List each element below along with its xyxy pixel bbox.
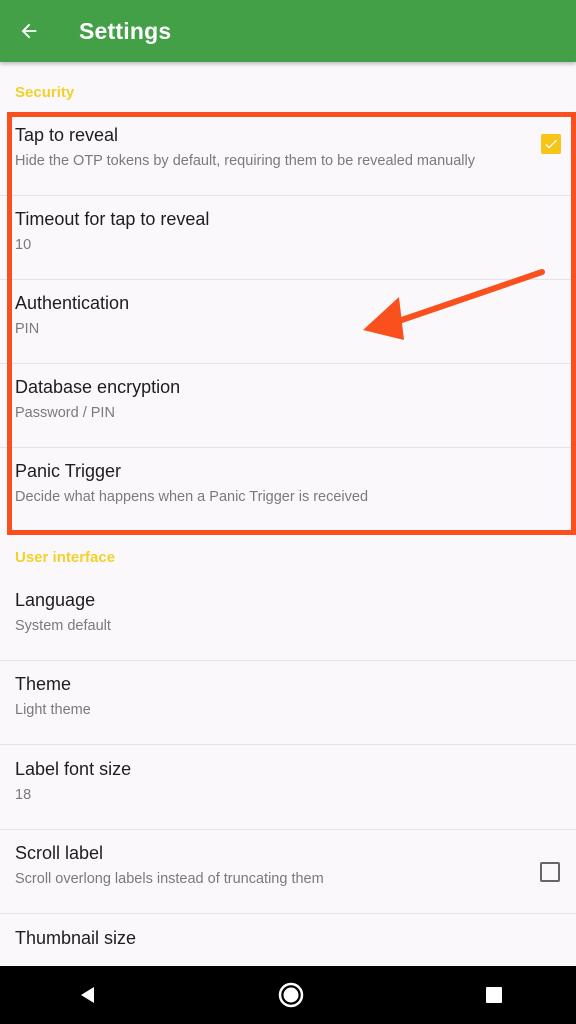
pref-language[interactable]: Language System default bbox=[0, 577, 576, 661]
pref-summary: Password / PIN bbox=[15, 405, 115, 421]
nav-home-button[interactable] bbox=[256, 966, 326, 1024]
pref-summary: Light theme bbox=[15, 702, 91, 718]
nav-home-icon bbox=[278, 982, 304, 1008]
pref-title: Panic Trigger bbox=[15, 461, 122, 481]
system-navigation-bar bbox=[0, 966, 576, 1024]
section-header-user-interface: User interface bbox=[15, 549, 116, 566]
pref-summary: Hide the OTP tokens by default, requirin… bbox=[15, 153, 475, 169]
settings-list[interactable]: Security Tap to reveal Hide the OTP toke… bbox=[0, 62, 576, 966]
nav-recents-button[interactable] bbox=[459, 966, 529, 1024]
back-button[interactable] bbox=[1, 0, 57, 62]
pref-title: Database encryption bbox=[15, 377, 181, 397]
pref-label-font-size[interactable]: Label font size 18 bbox=[0, 746, 576, 830]
pref-title: Label font size bbox=[15, 759, 132, 779]
pref-theme[interactable]: Theme Light theme bbox=[0, 661, 576, 745]
pref-title: Thumbnail size bbox=[15, 928, 137, 948]
pref-title: Timeout for tap to reveal bbox=[15, 209, 210, 229]
pref-summary: Scroll overlong labels instead of trunca… bbox=[15, 871, 324, 887]
pref-timeout-tap-to-reveal[interactable]: Timeout for tap to reveal 10 bbox=[0, 196, 576, 280]
nav-back-icon bbox=[81, 987, 94, 1003]
pref-authentication[interactable]: Authentication PIN bbox=[0, 280, 576, 364]
pref-database-encryption[interactable]: Database encryption Password / PIN bbox=[0, 364, 576, 448]
scroll-label-checkbox[interactable] bbox=[540, 862, 560, 882]
pref-summary: System default bbox=[15, 618, 111, 634]
pref-scroll-label[interactable]: Scroll label Scroll overlong labels inst… bbox=[0, 830, 576, 914]
pref-thumbnail-size[interactable]: Thumbnail size bbox=[0, 915, 576, 966]
section-header-security: Security bbox=[15, 84, 75, 101]
nav-recents-icon bbox=[486, 987, 502, 1003]
pref-title: Scroll label bbox=[15, 843, 104, 863]
pref-panic-trigger[interactable]: Panic Trigger Decide what happens when a… bbox=[0, 448, 576, 532]
pref-title: Theme bbox=[15, 674, 72, 694]
pref-summary: 18 bbox=[15, 787, 32, 803]
pref-title: Authentication bbox=[15, 293, 130, 313]
app-bar: Settings bbox=[0, 0, 576, 62]
pref-summary: PIN bbox=[15, 321, 40, 337]
pref-title: Language bbox=[15, 590, 96, 610]
check-icon bbox=[545, 139, 557, 149]
pref-summary: Decide what happens when a Panic Trigger… bbox=[15, 489, 369, 505]
arrow-back-icon bbox=[21, 23, 37, 39]
nav-back-button[interactable] bbox=[53, 966, 123, 1024]
pref-tap-to-reveal[interactable]: Tap to reveal Hide the OTP tokens by def… bbox=[0, 112, 576, 196]
page-title: Settings bbox=[79, 17, 172, 44]
pref-summary: 10 bbox=[15, 237, 32, 253]
tap-to-reveal-checkbox[interactable] bbox=[541, 134, 561, 154]
pref-title: Tap to reveal bbox=[15, 125, 119, 145]
